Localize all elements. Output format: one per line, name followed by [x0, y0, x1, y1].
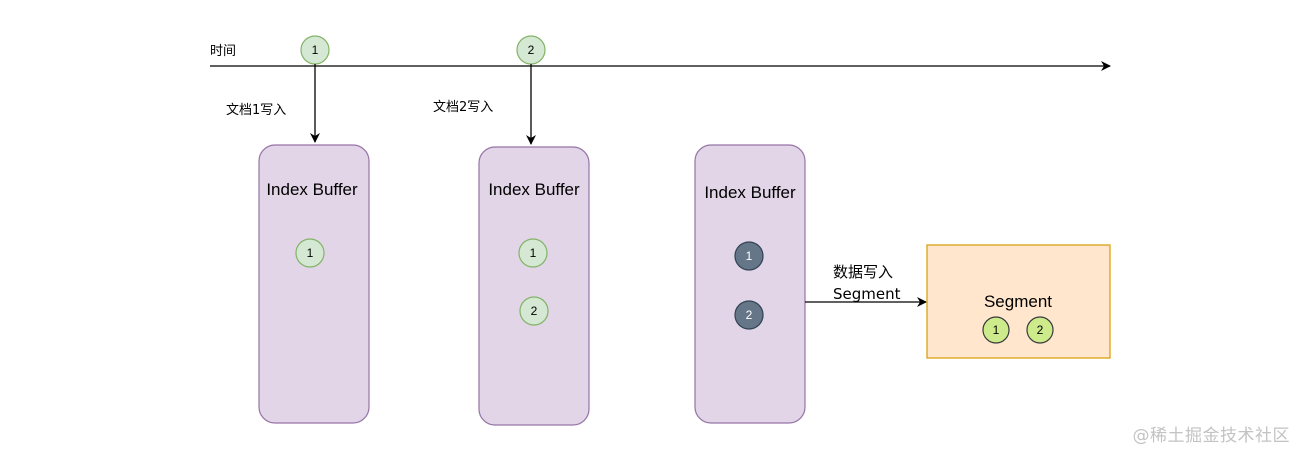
index-buffer-2-doc-2: 2 — [519, 296, 549, 326]
index-buffer-3: Index Buffer 1 2 — [694, 144, 806, 424]
write-arrow-doc1: 文档1写入 — [226, 64, 320, 143]
index-buffer-1-title: Index Buffer — [266, 180, 358, 199]
index-buffer-3-doc-1: 1 — [734, 241, 764, 271]
segment-title: Segment — [984, 292, 1052, 311]
svg-text:1: 1 — [312, 43, 319, 57]
flush-arrow: 数据写入 Segment — [805, 263, 927, 307]
index-buffer-1: Index Buffer 1 — [258, 144, 370, 424]
index-buffer-2: Index Buffer 1 2 — [478, 146, 590, 426]
index-buffer-3-title: Index Buffer — [704, 183, 796, 202]
watermark: @稀土掘金技术社区 — [1132, 426, 1290, 446]
index-buffer-1-doc-1: 1 — [295, 238, 325, 268]
write-arrow-doc2: 文档2写入 — [433, 64, 536, 145]
timeline-marker-2: 2 — [516, 35, 546, 65]
segment-box: Segment 1 2 — [926, 244, 1111, 359]
segment-doc-2: 2 — [1026, 316, 1054, 344]
index-buffer-2-doc-1: 1 — [518, 238, 548, 268]
segment-doc-1: 1 — [982, 316, 1010, 344]
flush-label-line1: 数据写入 — [833, 263, 893, 281]
index-buffer-3-doc-2: 2 — [734, 300, 764, 330]
svg-text:2: 2 — [746, 308, 753, 322]
index-buffer-2-title: Index Buffer — [488, 180, 580, 199]
timeline-label: 时间 — [210, 44, 236, 59]
svg-text:1: 1 — [993, 323, 1000, 337]
svg-text:1: 1 — [307, 246, 314, 260]
flush-label-line2: Segment — [833, 285, 901, 303]
svg-text:1: 1 — [530, 246, 537, 260]
svg-text:1: 1 — [746, 249, 753, 263]
svg-text:2: 2 — [1037, 323, 1044, 337]
timeline: 时间 1 2 — [210, 35, 1111, 71]
index-buffer-diagram: 时间 1 2 文档1写入 文档2写入 Index Buffer 1 Index … — [210, 35, 1111, 426]
write-label-doc1: 文档1写入 — [226, 103, 286, 118]
svg-text:2: 2 — [528, 43, 535, 57]
svg-text:2: 2 — [531, 304, 538, 318]
write-label-doc2: 文档2写入 — [433, 100, 493, 115]
timeline-marker-1: 1 — [300, 35, 330, 65]
